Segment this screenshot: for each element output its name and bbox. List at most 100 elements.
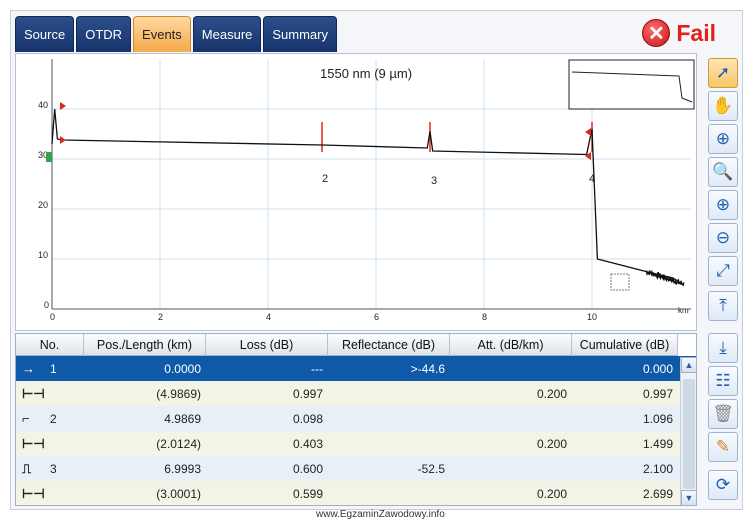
zoom-fit-button[interactable]: ⤢ — [708, 256, 738, 286]
reflectance-cell: -52.5 — [417, 461, 445, 476]
y-tick-label: 20 — [38, 200, 48, 210]
scroll-up-arrow-icon[interactable]: ▲ — [681, 357, 696, 373]
row-type-cell: ⎍ 3 — [16, 456, 84, 481]
col-position[interactable]: Pos./Length (km) — [84, 334, 206, 356]
table-row[interactable]: ⎍ 3 6.9993 0.600 -52.5 2.100 — [16, 456, 696, 481]
table-row[interactable]: ⊢⊣ (4.9869) 0.997 0.200 0.997 — [16, 381, 696, 406]
zoom-indicator-icon — [610, 273, 630, 291]
row-type-cell: ⊢⊣ — [16, 381, 84, 406]
event-type-icon: → — [22, 361, 35, 376]
table-row[interactable]: ⊢⊣ (2.0124) 0.403 0.200 1.499 — [16, 431, 696, 456]
status-badge: ✕ Fail — [642, 19, 716, 47]
event-label-2: 2 — [322, 173, 328, 185]
cumulative-cell: 1.499 — [642, 436, 673, 451]
launch-marker — [46, 152, 52, 162]
marker-b-arrow — [60, 136, 66, 144]
trash-icon: 🗑 — [712, 404, 734, 423]
event-type-icon: ⊢⊣ — [22, 435, 45, 451]
attenuation-cell: 0.200 — [536, 436, 567, 451]
col-attenuation[interactable]: Att. (dB/km) — [450, 334, 572, 356]
watermark: www.EgzaminZawodowy.info — [316, 509, 445, 520]
cumulative-cell: 2.699 — [642, 486, 673, 501]
col-reflectance[interactable]: Reflectance (dB) — [328, 334, 450, 356]
tab-summary[interactable]: Summary — [263, 16, 337, 52]
loss-cell: --- — [311, 361, 323, 376]
attenuation-cell — [450, 456, 572, 481]
tab-label: OTDR — [85, 27, 123, 42]
edit-button[interactable]: ✎ — [708, 432, 738, 462]
table-row[interactable]: → 1 0.0000 --- >-44.6 0.000 — [16, 356, 696, 381]
position-cell: 0.0000 — [164, 361, 201, 376]
zoom-fit-icon: ⤢ — [716, 261, 730, 280]
row-type-cell: ⊢⊣ — [16, 481, 84, 505]
cursor-tool[interactable]: ➚ — [708, 58, 738, 88]
cumulative-cell: 0.997 — [642, 386, 673, 401]
refresh-icon: ⟳ — [715, 475, 731, 494]
y-tick-label: 40 — [38, 100, 48, 110]
cumulative-cell: 1.096 — [642, 411, 673, 426]
scroll-down-arrow-icon[interactable]: ▼ — [681, 490, 696, 505]
hand-icon: ✋ — [712, 96, 734, 115]
scroll-down-button[interactable]: ⤓ — [708, 333, 738, 363]
reflectance-cell — [328, 431, 450, 456]
scroll-thumb[interactable] — [683, 379, 695, 489]
col-no[interactable]: No. — [16, 334, 84, 356]
zoom-in-button[interactable]: ⊕ — [708, 190, 738, 220]
cumulative-cell: 2.100 — [642, 461, 673, 476]
table-scrollbar[interactable]: ▲ ▼ — [680, 357, 696, 505]
tab-events[interactable]: Events — [133, 16, 191, 52]
marker-c-arrow — [585, 128, 591, 136]
position-cell: (2.0124) — [156, 436, 201, 451]
event-label-4: 4 — [589, 173, 595, 185]
zoom-1to1-icon: 🔍 — [712, 162, 734, 181]
position-cell: (3.0001) — [156, 486, 201, 501]
hand-tool[interactable]: ✋ — [708, 91, 738, 121]
otdr-trace-chart[interactable]: 40 30 20 10 0 0 2 4 6 8 10 km 1550 nm (9… — [15, 53, 697, 331]
reflectance-cell — [328, 406, 450, 431]
zoom-area-icon: ⊕ — [715, 129, 731, 148]
y-axis: 40 30 20 10 0 — [38, 100, 49, 310]
row-type-cell: ⊢⊣ — [16, 431, 84, 456]
scroll-up-button[interactable]: ⤒ — [708, 291, 738, 321]
table-row[interactable]: ⊢⊣ (3.0001) 0.599 0.200 2.699 — [16, 481, 696, 505]
scroll-up-icon: ⤒ — [719, 296, 727, 315]
status-label: Fail — [676, 19, 716, 46]
loss-cell: 0.997 — [292, 386, 323, 401]
tab-label: Events — [142, 27, 182, 42]
delete-button[interactable]: 🗑 — [708, 399, 738, 429]
zoom-area-button[interactable]: ⊕ — [708, 124, 738, 154]
overview-thumbnail[interactable] — [568, 59, 695, 110]
tab-bar: Source OTDR Events Measure Summary — [15, 16, 337, 52]
fail-icon: ✕ — [642, 19, 671, 47]
event-type-icon: ⊢⊣ — [22, 485, 45, 501]
row-type-cell: → 1 — [16, 356, 84, 381]
scroll-down-icon: ⤓ — [719, 338, 727, 357]
event-list-icon: ☷ — [715, 371, 731, 390]
loss-cell: 0.600 — [292, 461, 323, 476]
x-tick-label: 8 — [482, 312, 487, 322]
tab-measure[interactable]: Measure — [192, 16, 262, 52]
col-loss[interactable]: Loss (dB) — [206, 334, 328, 356]
refresh-button[interactable]: ⟳ — [708, 470, 738, 500]
tab-label: Source — [24, 27, 66, 42]
wavelength-label: 1550 nm (9 µm) — [320, 66, 412, 81]
loss-cell: 0.599 — [292, 486, 323, 501]
zoom-1to1-button[interactable]: 🔍 — [708, 157, 738, 187]
reflectance-cell: >-44.6 — [410, 361, 445, 376]
zoom-out-button[interactable]: ⊖ — [708, 223, 738, 253]
y-tick-label: 10 — [38, 250, 48, 260]
tab-otdr[interactable]: OTDR — [76, 16, 132, 52]
attenuation-cell: 0.200 — [536, 386, 567, 401]
table-header: No. Pos./Length (km) Loss (dB) Reflectan… — [16, 334, 696, 356]
position-cell: 4.9869 — [164, 411, 201, 426]
event-list-button[interactable]: ☷ — [708, 366, 738, 396]
table-row[interactable]: ⌐ 2 4.9869 0.098 1.096 — [16, 406, 696, 431]
tab-label: Summary — [272, 27, 328, 42]
col-cumulative[interactable]: Cumulative (dB) — [572, 334, 678, 356]
attenuation-cell: 0.200 — [536, 486, 567, 501]
tab-source[interactable]: Source — [15, 16, 75, 52]
event-label-3: 3 — [431, 175, 437, 187]
row-type-cell: ⌐ 2 — [16, 406, 84, 431]
event-type-icon: ⌐ — [22, 411, 30, 426]
cursor-icon: ➚ — [715, 63, 731, 82]
